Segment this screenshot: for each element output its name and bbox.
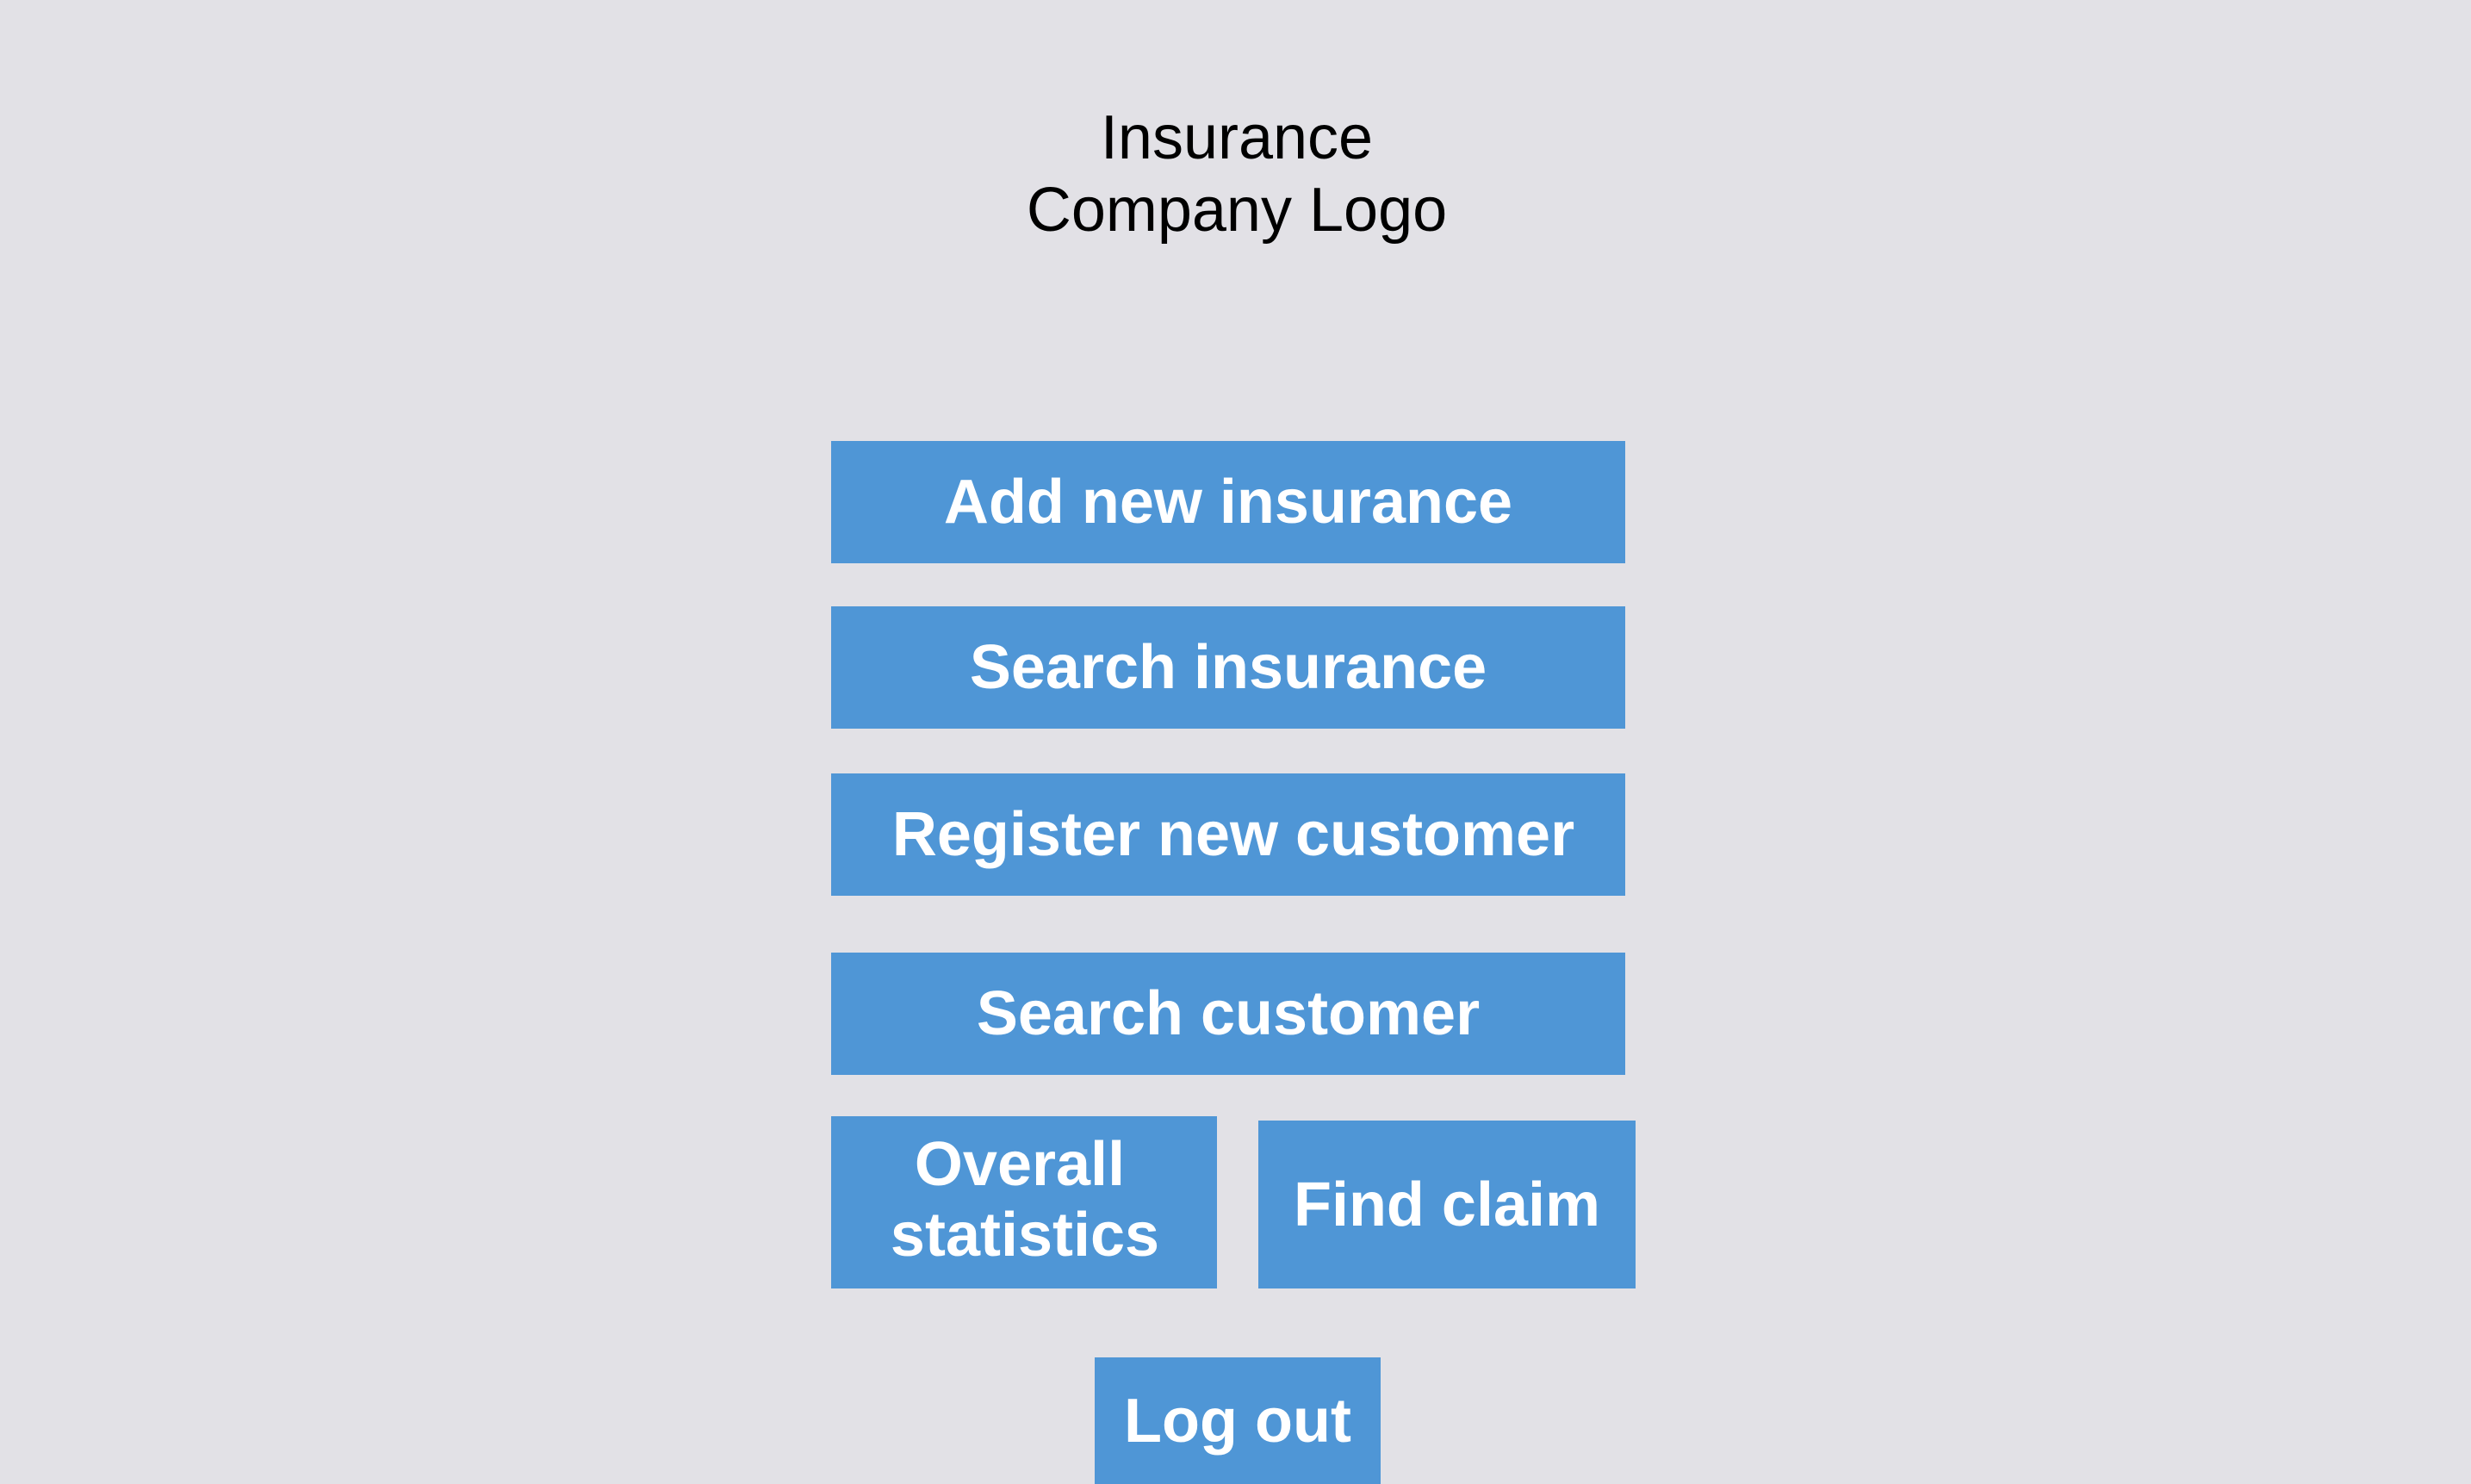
find-claim-button[interactable]: Find claim: [1258, 1121, 1636, 1288]
log-out-button[interactable]: Log out: [1095, 1357, 1381, 1484]
overall-statistics-button[interactable]: Overall statistics: [831, 1116, 1217, 1288]
overall-statistics-label-line-1: Overall: [914, 1130, 1126, 1199]
company-logo: Insurance Company Logo: [935, 102, 1538, 246]
register-new-customer-button[interactable]: Register new customer: [831, 773, 1625, 896]
add-new-insurance-button[interactable]: Add new insurance: [831, 441, 1625, 563]
logo-line-2: Company Logo: [1026, 176, 1448, 245]
logo-line-1: Insurance: [1100, 103, 1374, 172]
overall-statistics-label-line-2: statistics: [890, 1201, 1160, 1270]
search-insurance-button[interactable]: Search insurance: [831, 606, 1625, 729]
search-customer-button[interactable]: Search customer: [831, 953, 1625, 1075]
